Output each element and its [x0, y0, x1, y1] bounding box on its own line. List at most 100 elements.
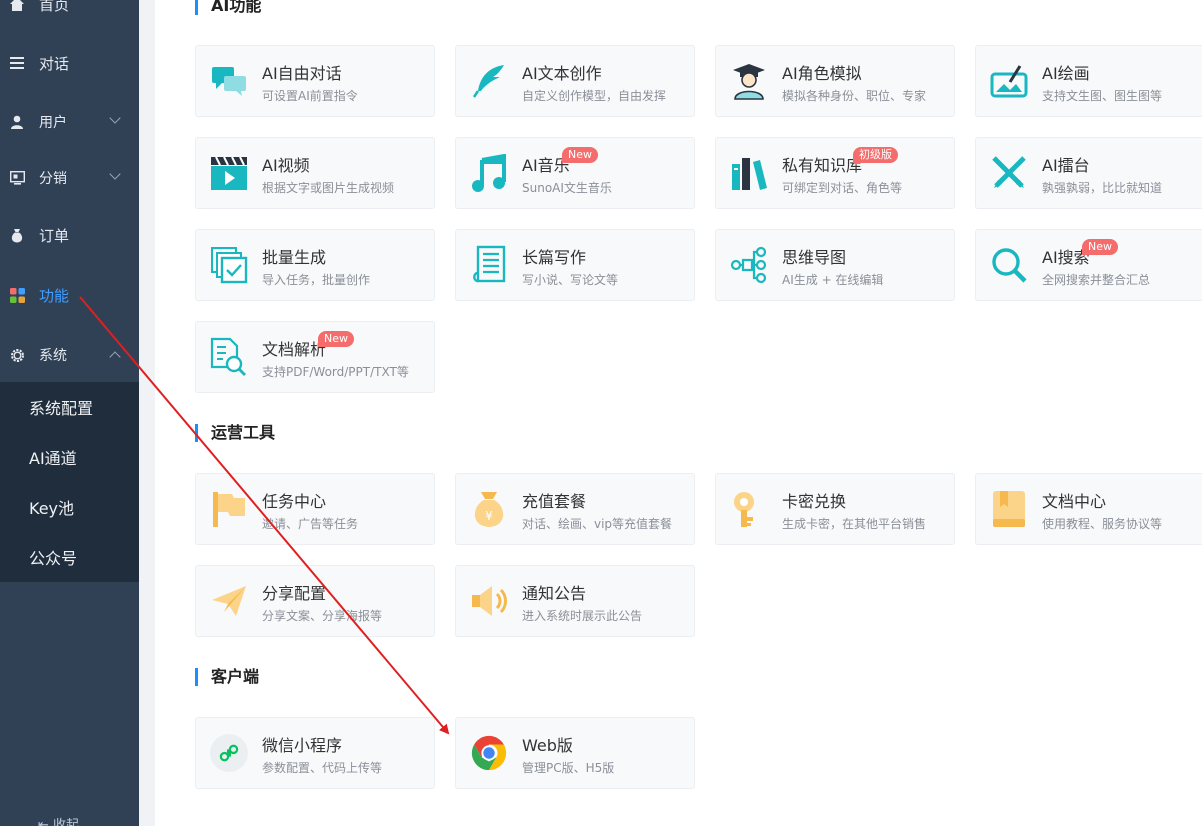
feature-card-web-version[interactable]: Web版 管理PC版、H5版 — [455, 717, 695, 789]
card-title: AI视频 — [262, 156, 310, 175]
collapse-button[interactable]: ⇤ 收起 — [38, 814, 79, 826]
feature-card-ai-video[interactable]: AI视频 根据文字或图片生成视频 — [195, 137, 435, 209]
feature-card-ai-search[interactable]: AI搜索 全网搜索并整合汇总 New — [975, 229, 1202, 301]
speaker-icon — [470, 582, 508, 620]
feature-card-ai-role[interactable]: AI角色模拟 模拟各种身份、职位、专家 — [715, 45, 955, 117]
submenu-item-official-account[interactable]: 公众号 — [0, 532, 139, 582]
card-description: 自定义创作模型，自由发挥 — [522, 89, 667, 103]
sidebar-item-label: 首页 — [39, 0, 70, 14]
submenu-item-key-pool[interactable]: Key池 — [0, 482, 139, 532]
card-title: 批量生成 — [262, 248, 327, 267]
card-description: 对话、绘画、vip等充值套餐 — [522, 517, 673, 531]
card-description: 管理PC版、H5版 — [522, 761, 615, 775]
card-title: 思维导图 — [782, 248, 847, 267]
feature-card-ai-chat[interactable]: AI自由对话 可设置AI前置指令 — [195, 45, 435, 117]
chat-bubbles-icon — [210, 62, 248, 100]
video-clapper-icon — [210, 154, 248, 192]
card-title: AI角色模拟 — [782, 64, 862, 83]
grid-apps-icon — [9, 287, 25, 303]
feature-card-ai-painting[interactable]: AI绘画 支持文生图、图生图等 — [975, 45, 1202, 117]
card-description: 生成卡密，在其他平台销售 — [782, 517, 927, 531]
feature-card-ai-music[interactable]: AI音乐 SunoAI文生音乐 New — [455, 137, 695, 209]
sidebar-item-chat[interactable]: 对话 — [0, 35, 139, 91]
sidebar-item-home[interactable]: 首页 — [0, 0, 139, 32]
flag-icon — [210, 490, 248, 528]
sidebar-item-orders[interactable]: 订单 — [0, 207, 139, 263]
card-title: AI文本创作 — [522, 64, 602, 83]
new-badge: New — [318, 331, 354, 347]
card-title: 私有知识库 — [782, 156, 863, 175]
mind-map-icon — [730, 246, 768, 284]
card-description: SunoAI文生音乐 — [522, 181, 612, 195]
gear-icon — [9, 347, 25, 363]
sidebar-item-label: 订单 — [39, 226, 70, 245]
card-description: 使用教程、服务协议等 — [1042, 517, 1163, 531]
card-description: 支持PDF/Word/PPT/TXT等 — [262, 365, 409, 379]
book-icon — [990, 490, 1028, 528]
sidebar-item-label: 分销 — [39, 171, 67, 187]
feature-card-knowledge-base[interactable]: 私有知识库 可绑定到对话、角色等 初级版 — [715, 137, 955, 209]
sidebar-item-system[interactable]: 系统 — [0, 327, 139, 383]
card-title: 任务中心 — [262, 492, 327, 511]
paper-plane-icon — [210, 582, 248, 620]
card-title: Web版 — [522, 736, 573, 755]
section-title-ops: 运营工具 — [195, 424, 275, 442]
feature-card-task-center[interactable]: 任务中心 邀请、广告等任务 — [195, 473, 435, 545]
feature-card-doc-center[interactable]: 文档中心 使用教程、服务协议等 — [975, 473, 1202, 545]
feature-card-doc-parsing[interactable]: 文档解析 支持PDF/Word/PPT/TXT等 New — [195, 321, 435, 393]
money-bag-icon: ¥ — [470, 490, 508, 528]
card-description: 写小说、写论文等 — [522, 273, 619, 287]
collapse-label: 收起 — [53, 818, 80, 826]
feature-card-ai-arena[interactable]: AI擂台 孰强孰弱，比比就知道 — [975, 137, 1202, 209]
card-title: 分享配置 — [262, 584, 327, 603]
feature-card-notice[interactable]: 通知公告 进入系统时展示此公告 — [455, 565, 695, 637]
search-icon — [990, 246, 1028, 284]
content-gutter — [139, 0, 155, 826]
card-title: AI自由对话 — [262, 64, 342, 83]
card-description: 分享文案、分享海报等 — [262, 609, 383, 623]
card-description: 可绑定到对话、角色等 — [782, 181, 903, 195]
new-badge: New — [1082, 239, 1118, 255]
crossed-swords-icon — [990, 154, 1028, 192]
feature-card-share-config[interactable]: 分享配置 分享文案、分享海报等 — [195, 565, 435, 637]
card-description: 根据文字或图片生成视频 — [262, 181, 395, 195]
feature-card-recharge-plans[interactable]: ¥ 充值套餐 对话、绘画、vip等充值套餐 — [455, 473, 695, 545]
feather-icon — [470, 62, 508, 100]
card-title: AI擂台 — [1042, 156, 1090, 175]
card-title: 充值套餐 — [522, 492, 587, 511]
feature-card-wechat-miniprogram[interactable]: 微信小程序 参数配置、代码上传等 — [195, 717, 435, 789]
chevron-up-icon — [109, 351, 121, 363]
submenu-item-ai-channel[interactable]: AI通道 — [0, 432, 139, 482]
sidebar-item-label: 系统 — [39, 348, 67, 364]
document-search-icon — [210, 337, 248, 376]
card-title: 通知公告 — [522, 584, 587, 603]
feature-card-batch-generate[interactable]: 批量生成 导入任务，批量创作 — [195, 229, 435, 301]
painting-icon — [990, 62, 1028, 100]
chevron-down-icon — [109, 168, 121, 180]
mini-program-icon — [210, 734, 248, 772]
document-scroll-icon — [470, 245, 508, 284]
submenu-item-system-config[interactable]: 系统配置 — [0, 382, 139, 432]
card-description: 孰强孰弱，比比就知道 — [1042, 181, 1163, 195]
card-description: 模拟各种身份、职位、专家 — [782, 89, 927, 103]
sidebar-item-users[interactable]: 用户 — [0, 94, 139, 150]
menu-lines-icon — [9, 55, 25, 71]
batch-check-icon — [210, 246, 248, 284]
feature-card-card-redeem[interactable]: 卡密兑换 生成卡密，在其他平台销售 — [715, 473, 955, 545]
card-title: 卡密兑换 — [782, 492, 847, 511]
sidebar-item-features[interactable]: 功能 — [0, 267, 139, 323]
sidebar: 首页 对话 用户 分销 订单 功能 系统 系统配置 AI通道 Key池 公众号 … — [0, 0, 139, 826]
feature-card-ai-writing[interactable]: AI文本创作 自定义创作模型，自由发挥 — [455, 45, 695, 117]
collapse-icon: ⇤ — [38, 818, 49, 826]
tier-badge: 初级版 — [853, 147, 898, 163]
feature-card-long-writing[interactable]: 长篇写作 写小说、写论文等 — [455, 229, 695, 301]
card-title: 文档中心 — [1042, 492, 1107, 511]
key-icon — [730, 490, 768, 528]
card-description: AI生成 + 在线编辑 — [782, 273, 884, 287]
user-icon — [9, 114, 25, 130]
sidebar-item-label: 功能 — [39, 286, 70, 305]
feature-card-mind-map[interactable]: 思维导图 AI生成 + 在线编辑 — [715, 229, 955, 301]
card-title: 长篇写作 — [522, 248, 587, 267]
chevron-down-icon — [109, 112, 121, 124]
sidebar-item-distribution[interactable]: 分销 — [0, 150, 139, 206]
